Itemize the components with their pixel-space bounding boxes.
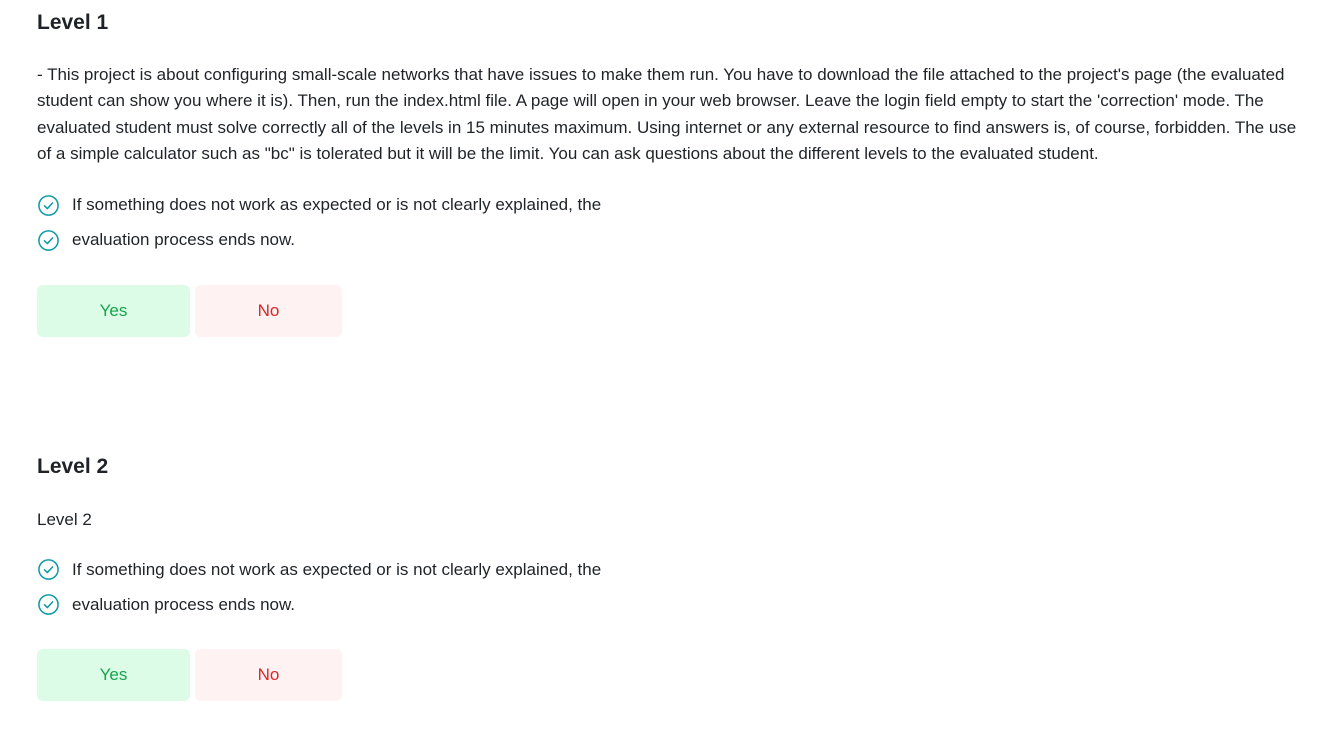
check-item: evaluation process ends now. <box>37 223 1307 258</box>
level-1-section: Level 1 - This project is about configur… <box>37 10 1307 337</box>
check-text: If something does not work as expected o… <box>72 559 602 579</box>
answer-buttons: Yes No <box>37 284 1307 337</box>
no-button[interactable]: No <box>195 649 342 702</box>
yes-button[interactable]: Yes <box>37 649 190 702</box>
check-list: If something does not work as expected o… <box>37 552 1307 622</box>
level-title: Level 1 <box>37 11 109 34</box>
check-circle-icon <box>37 593 60 616</box>
no-button[interactable]: No <box>195 284 342 337</box>
check-circle-icon <box>37 229 60 252</box>
level-2-section: Level 2 Level 2 If something does not wo… <box>37 454 1307 702</box>
check-item: evaluation process ends now. <box>37 587 1307 622</box>
answer-buttons: Yes No <box>37 649 1307 702</box>
level-description: - This project is about configuring smal… <box>37 65 1297 164</box>
level-description: Level 2 <box>37 510 92 529</box>
check-text: evaluation process ends now. <box>72 594 296 614</box>
check-list: If something does not work as expected o… <box>37 188 1307 258</box>
check-item: If something does not work as expected o… <box>37 188 1307 223</box>
yes-button[interactable]: Yes <box>37 284 190 337</box>
check-text: If something does not work as expected o… <box>72 195 602 215</box>
check-circle-icon <box>37 558 60 581</box>
check-item: If something does not work as expected o… <box>37 552 1307 587</box>
check-text: evaluation process ends now. <box>72 230 296 250</box>
check-circle-icon <box>37 194 60 217</box>
level-title: Level 2 <box>37 455 109 478</box>
